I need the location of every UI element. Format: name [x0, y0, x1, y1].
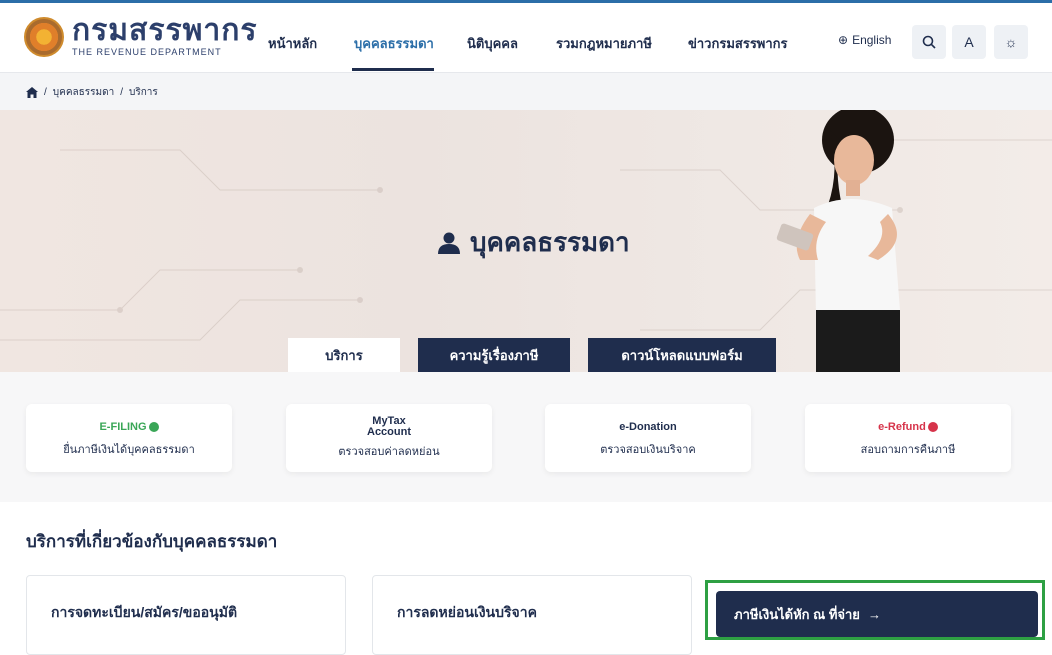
- card-donation-deduction-title: การลดหย่อนเงินบริจาค: [397, 604, 537, 620]
- hero-title: บุคคลธรรมดา: [438, 222, 630, 263]
- language-switch[interactable]: ⊕ English: [838, 33, 891, 47]
- card-erefund[interactable]: e-Refund สอบถามการคืนภาษี: [805, 404, 1011, 472]
- erefund-logo: e-Refund: [878, 418, 938, 436]
- related-services-title: บริการที่เกี่ยวข้องกับบุคคลธรรมดา: [26, 532, 278, 551]
- breadcrumb-individual[interactable]: บุคคลธรรมดา: [53, 85, 114, 100]
- language-label: English: [852, 33, 892, 47]
- nav-news[interactable]: ข่าวกรมสรรพากร: [688, 33, 788, 54]
- efiling-logo: E-FILING: [99, 418, 159, 436]
- theme-toggle-button[interactable]: ☼: [994, 25, 1028, 59]
- search-icon: [922, 35, 936, 49]
- nav-juristic[interactable]: นิติบุคคล: [467, 33, 518, 54]
- hero-banner: บุคคลธรรมดา บริการ ความรู้เรื่องภาษี ดาว…: [0, 110, 1052, 372]
- font-size-button[interactable]: A: [952, 25, 986, 59]
- globe-icon: ⊕: [838, 33, 849, 47]
- mytax-logo-bottom: Account: [367, 426, 411, 438]
- breadcrumb-separator: /: [120, 87, 123, 98]
- logo-english: THE REVENUE DEPARTMENT: [72, 47, 222, 57]
- breadcrumb-bar: / บุคคลธรรมดา / บริการ: [0, 72, 1052, 110]
- top-bar: กรมสรรพากร THE REVENUE DEPARTMENT หน้าหล…: [0, 0, 1052, 72]
- nav-home[interactable]: หน้าหลัก: [268, 33, 317, 54]
- search-button[interactable]: [912, 25, 946, 59]
- logo-thai: กรมสรรพากร: [72, 14, 258, 47]
- breadcrumb-services: บริการ: [128, 87, 158, 98]
- tab-services[interactable]: บริการ: [288, 338, 400, 372]
- card-registration[interactable]: การจดทะเบียน/สมัคร/ขออนุมัติ: [26, 575, 346, 655]
- revenue-seal-icon: [24, 17, 64, 57]
- user-icon: [438, 232, 460, 254]
- nav-individual[interactable]: บุคคลธรรมดา: [354, 33, 434, 54]
- erefund-logo-text: e-Refund: [878, 421, 926, 433]
- efiling-logo-text: E-FILING: [99, 421, 147, 433]
- breadcrumb: / บุคคลธรรมดา / บริการ: [26, 85, 158, 100]
- card-edonation-label: ตรวจสอบเงินบริจาค: [600, 444, 696, 456]
- card-efiling-label: ยื่นภาษีเงินได้บุคคลธรรมดา: [63, 444, 195, 456]
- hero-title-text: บุคคลธรรมดา: [470, 227, 630, 257]
- tab-tax-knowledge[interactable]: ความรู้เรื่องภาษี: [418, 338, 570, 372]
- card-mytax[interactable]: MyTax Account ตรวจสอบค่าลดหย่อน: [286, 404, 492, 472]
- card-erefund-label: สอบถามการคืนภาษี: [860, 444, 956, 456]
- withholding-tax-label: ภาษีเงินได้หัก ณ ที่จ่าย: [734, 606, 860, 622]
- card-registration-title: การจดทะเบียน/สมัคร/ขออนุมัติ: [51, 604, 238, 620]
- tab-download-forms[interactable]: ดาวน์โหลดแบบฟอร์ม: [588, 338, 776, 372]
- edonation-logo: e-Donation: [619, 418, 676, 436]
- home-icon[interactable]: [26, 87, 38, 98]
- withholding-tax-button[interactable]: ภาษีเงินได้หัก ณ ที่จ่าย →: [716, 591, 1038, 637]
- logo-text: กรมสรรพากร THE REVENUE DEPARTMENT: [72, 14, 258, 58]
- sun-icon: ☼: [1004, 34, 1018, 50]
- breadcrumb-separator: /: [44, 87, 47, 98]
- person-illustration: [776, 110, 900, 372]
- card-efiling[interactable]: E-FILING ยื่นภาษีเงินได้บุคคลธรรมดา: [26, 404, 232, 472]
- quick-services: E-FILING ยื่นภาษีเงินได้บุคคลธรรมดา MyTa…: [0, 372, 1052, 502]
- efiling-dot-icon: [148, 422, 159, 432]
- card-edonation[interactable]: e-Donation ตรวจสอบเงินบริจาค: [545, 404, 751, 472]
- nav-tax-law[interactable]: รวมกฎหมายภาษี: [556, 33, 652, 54]
- card-donation-deduction[interactable]: การลดหย่อนเงินบริจาค: [372, 575, 692, 655]
- font-size-label: A: [964, 34, 974, 50]
- site-logo[interactable]: กรมสรรพากร THE REVENUE DEPARTMENT: [24, 14, 258, 58]
- active-nav-indicator: [352, 68, 434, 71]
- edonation-logo-text: e-Donation: [619, 421, 677, 433]
- card-mytax-label: ตรวจสอบค่าลดหย่อน: [338, 446, 440, 458]
- erefund-dot-icon: [927, 422, 938, 432]
- arrow-right-icon: →: [867, 606, 881, 622]
- mytax-logo: MyTax Account: [367, 416, 411, 438]
